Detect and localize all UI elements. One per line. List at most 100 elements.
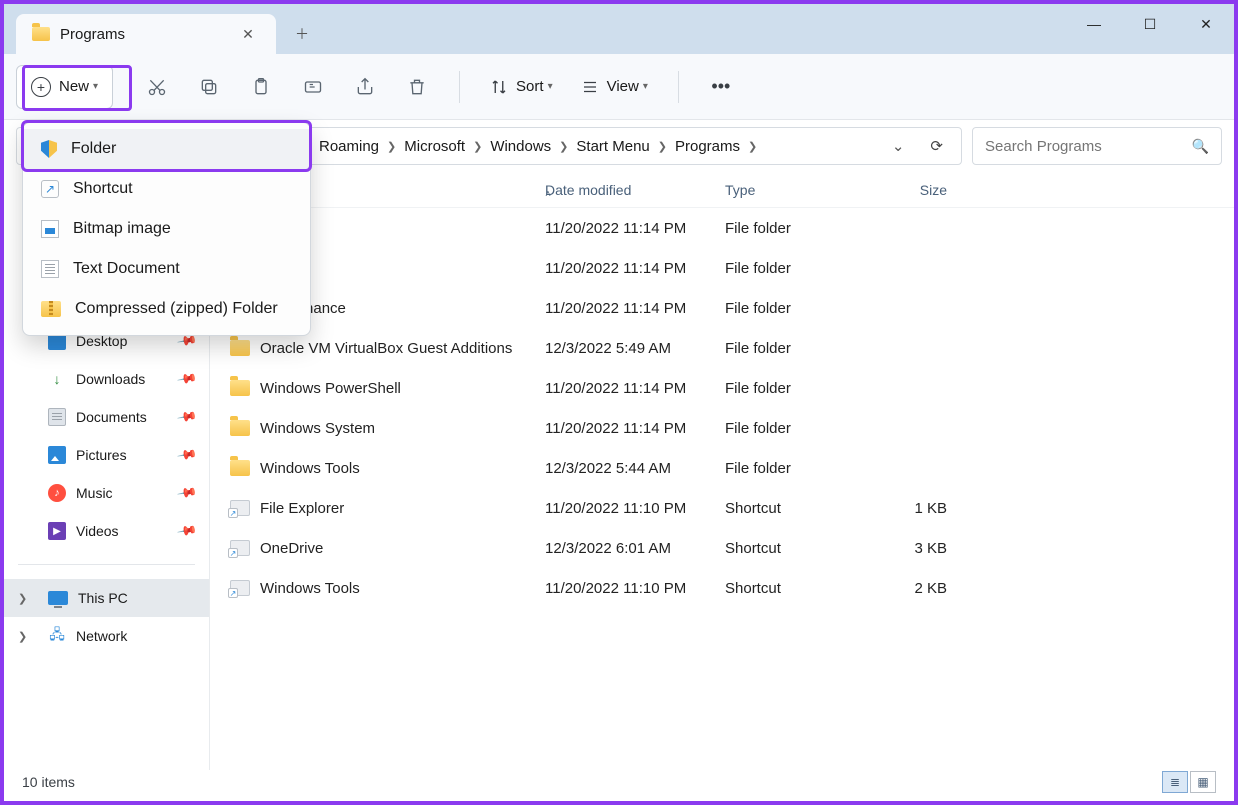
thumbnails-view-toggle[interactable]: ▦ <box>1190 771 1216 793</box>
sidebar-item-videos[interactable]: ▶Videos📌 <box>4 512 209 550</box>
sidebar-item-this-pc[interactable]: ❯This PC <box>4 579 209 617</box>
shortcut-icon: ↗ <box>230 580 250 596</box>
file-date: 11/20/2022 11:14 PM <box>545 300 725 317</box>
file-row[interactable]: Windows PowerShell11/20/2022 11:14 PMFil… <box>210 368 1234 408</box>
menu-item-text-document[interactable]: Text Document <box>23 249 310 289</box>
chevron-right-icon: ❯ <box>748 140 757 153</box>
tab-close-button[interactable]: ✕ <box>236 22 260 46</box>
file-type: File folder <box>725 460 873 477</box>
sidebar-label: Videos <box>76 523 119 539</box>
file-row[interactable]: ↗Windows Tools11/20/2022 11:10 PMShortcu… <box>210 568 1234 608</box>
search-box[interactable]: 🔍 <box>972 127 1222 165</box>
sidebar-label: Downloads <box>76 371 145 387</box>
file-type: Shortcut <box>725 540 873 557</box>
share-button[interactable] <box>341 65 389 109</box>
shortcut-icon: ↗ <box>230 540 250 556</box>
sidebar-label: Pictures <box>76 447 127 463</box>
file-name: Windows Tools <box>260 460 360 477</box>
file-type: File folder <box>725 340 873 357</box>
sidebar-item-network[interactable]: ❯🖧Network <box>4 617 209 655</box>
pin-icon: 📌 <box>176 482 198 504</box>
column-headers: Name˄ Date modified Type Size <box>210 172 1234 208</box>
file-type: File folder <box>725 220 873 237</box>
delete-button[interactable] <box>393 65 441 109</box>
search-input[interactable] <box>985 138 1192 155</box>
plus-circle-icon: + <box>31 77 51 97</box>
window-tab[interactable]: Programs ✕ <box>16 14 276 54</box>
file-row[interactable]: ↗OneDrive12/3/2022 6:01 AMShortcut3 KB <box>210 528 1234 568</box>
pin-icon: 📌 <box>176 368 198 390</box>
more-button[interactable]: ••• <box>697 65 745 109</box>
pin-icon: 📌 <box>176 520 198 542</box>
column-size[interactable]: Size <box>873 182 963 198</box>
expand-chevron-icon[interactable]: ❯ <box>18 630 27 643</box>
new-tab-button[interactable]: ＋ <box>284 16 320 52</box>
file-type: File folder <box>725 420 873 437</box>
file-row[interactable]: Maintenance11/20/2022 11:14 PMFile folde… <box>210 288 1234 328</box>
paste-button[interactable] <box>237 65 285 109</box>
details-view-toggle[interactable]: ≣ <box>1162 771 1188 793</box>
chevron-right-icon: ❯ <box>559 140 568 153</box>
copy-button[interactable] <box>185 65 233 109</box>
breadcrumb-segment[interactable]: Windows <box>488 136 553 157</box>
file-row[interactable]: …ries11/20/2022 11:14 PMFile folder <box>210 248 1234 288</box>
menu-item-label: Folder <box>71 140 116 158</box>
file-row[interactable]: Windows Tools 12/3/2022 5:44 AMFile folde… <box>210 448 1234 488</box>
sidebar-item-downloads[interactable]: ↓Downloads📌 <box>4 360 209 398</box>
menu-item-shortcut[interactable]: ↗Shortcut <box>23 169 310 209</box>
refresh-button[interactable]: ⟳ <box>920 137 953 155</box>
sidebar-label: Music <box>76 485 113 501</box>
view-icon <box>581 78 599 96</box>
file-date: 11/20/2022 11:14 PM <box>545 420 725 437</box>
menu-item-compressed-zipped-folder[interactable]: Compressed (zipped) Folder <box>23 289 310 329</box>
folder-icon <box>230 340 250 356</box>
file-size: 3 KB <box>873 540 963 557</box>
shortcut-icon: ↗ <box>230 500 250 516</box>
rename-button[interactable] <box>289 65 337 109</box>
column-type[interactable]: Type <box>725 182 873 198</box>
menu-item-folder[interactable]: Folder <box>23 129 310 169</box>
chevron-down-icon: ▾ <box>93 81 98 92</box>
file-name: Windows System <box>260 420 375 437</box>
file-row[interactable]: Oracle VM VirtualBox Guest Additions 12/3… <box>210 328 1234 368</box>
search-icon: 🔍 <box>1192 138 1209 155</box>
file-date: 11/20/2022 11:14 PM <box>545 380 725 397</box>
minimize-button[interactable]: ― <box>1066 4 1122 44</box>
view-button[interactable]: View ▾ <box>569 65 660 109</box>
breadcrumb-segment[interactable]: Microsoft <box>402 136 467 157</box>
toolbar-divider <box>678 71 679 103</box>
sidebar-item-music[interactable]: ♪Music📌 <box>4 474 209 512</box>
breadcrumb-segment[interactable]: Roaming <box>317 136 381 157</box>
file-row[interactable]: …ility11/20/2022 11:14 PMFile folder <box>210 208 1234 248</box>
sidebar-item-documents[interactable]: Documents📌 <box>4 398 209 436</box>
column-date[interactable]: Date modified <box>545 182 725 198</box>
close-button[interactable]: ✕ <box>1178 4 1234 44</box>
toolbar: + New ▾ Sort ▾ View ▾ ••• <box>4 54 1234 120</box>
file-date: 12/3/2022 5:49 AM <box>545 340 725 357</box>
breadcrumb-segment[interactable]: Programs <box>673 136 742 157</box>
file-name: Oracle VM VirtualBox Guest Additions <box>260 340 512 357</box>
folder-icon <box>230 460 250 476</box>
file-date: 12/3/2022 5:44 AM <box>545 460 725 477</box>
folder-icon <box>230 420 250 436</box>
breadcrumb-segment[interactable]: Start Menu <box>574 136 651 157</box>
expand-chevron-icon[interactable]: ❯ <box>18 592 27 605</box>
sort-label: Sort <box>516 78 544 95</box>
cut-button[interactable] <box>133 65 181 109</box>
view-toggles: ≣ ▦ <box>1162 771 1216 793</box>
file-date: 11/20/2022 11:14 PM <box>545 260 725 277</box>
sort-caret-icon: ˄ <box>545 189 551 200</box>
view-label: View <box>607 78 639 95</box>
file-row[interactable]: ↗File Explorer11/20/2022 11:10 PMShortcu… <box>210 488 1234 528</box>
file-date: 11/20/2022 11:14 PM <box>545 220 725 237</box>
menu-item-label: Shortcut <box>73 180 133 198</box>
menu-item-bitmap-image[interactable]: Bitmap image <box>23 209 310 249</box>
maximize-button[interactable]: ☐ <box>1122 4 1178 44</box>
sort-button[interactable]: Sort ▾ <box>478 65 565 109</box>
file-row[interactable]: Windows System 11/20/2022 11:14 PMFile fo… <box>210 408 1234 448</box>
status-items: 10 items <box>22 774 75 790</box>
new-button[interactable]: + New ▾ <box>16 65 113 109</box>
sidebar-item-pictures[interactable]: Pictures📌 <box>4 436 209 474</box>
breadcrumb-history-chevron[interactable]: ⌄ <box>882 137 915 155</box>
chevron-down-icon: ▾ <box>643 81 648 92</box>
